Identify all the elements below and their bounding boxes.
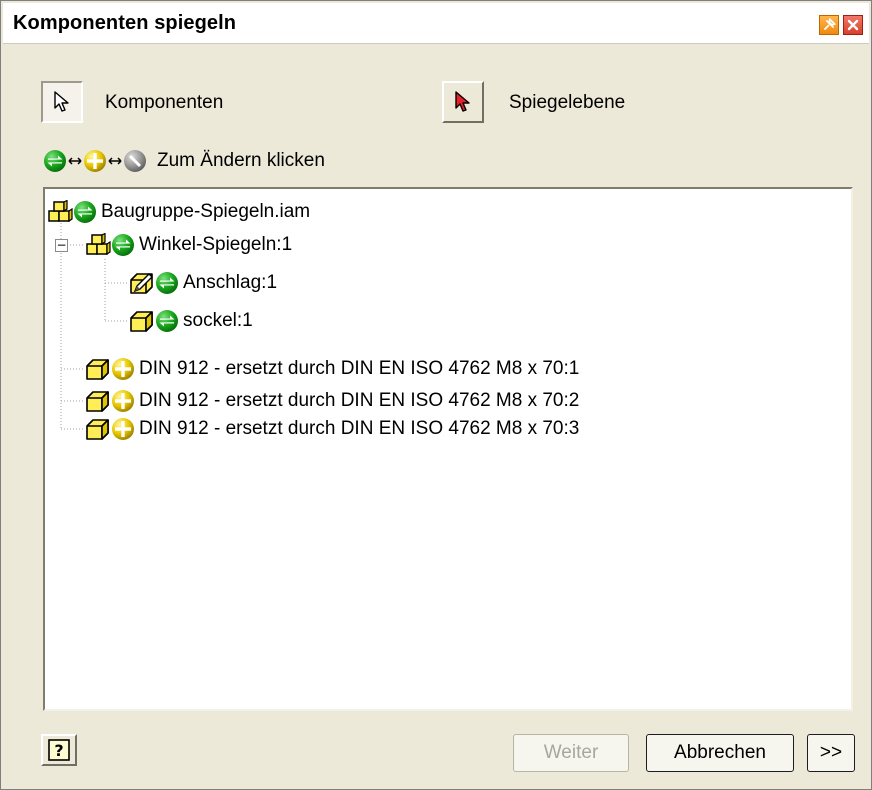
collapse-symbol: − xyxy=(56,238,67,252)
tree-item-label: Baugruppe-Spiegeln.iam xyxy=(101,201,311,222)
reuse-yellow-icon xyxy=(83,149,107,173)
mirror-green-icon[interactable] xyxy=(111,233,135,257)
part-icon xyxy=(85,389,111,413)
part-icon xyxy=(129,309,155,333)
tree-item-label: DIN 912 - ersetzt durch DIN EN ISO 4762 … xyxy=(139,358,580,379)
tree-item-winkel-spiegeln[interactable]: Winkel-Spiegeln:1 xyxy=(85,230,292,260)
help-button[interactable]: ? xyxy=(41,734,77,766)
help-glyph: ? xyxy=(54,741,63,760)
components-select-button[interactable] xyxy=(41,81,83,123)
tree-item-anschlag[interactable]: Anschlag:1 xyxy=(129,268,277,298)
assembly-icon xyxy=(85,233,111,257)
dialog-title: Komponenten spiegeln xyxy=(13,12,237,34)
tree-item-label: DIN 912 - ersetzt durch DIN EN ISO 4762 … xyxy=(139,418,580,439)
close-icon xyxy=(847,19,859,31)
reuse-yellow-icon[interactable] xyxy=(111,389,135,413)
part-icon xyxy=(85,417,111,441)
close-button[interactable] xyxy=(843,15,863,35)
exclude-gray-icon xyxy=(123,149,147,173)
tree-item-label: DIN 912 - ersetzt durch DIN EN ISO 4762 … xyxy=(139,390,580,411)
cancel-button[interactable]: Abbrechen xyxy=(646,734,794,772)
collapse-toggle[interactable]: − xyxy=(55,239,68,252)
assembly-icon xyxy=(47,200,73,224)
title-bar: Komponenten spiegeln xyxy=(3,3,869,44)
more-button[interactable]: >> xyxy=(807,734,855,772)
pin-button[interactable] xyxy=(819,15,839,35)
next-button[interactable]: Weiter xyxy=(513,734,629,772)
mirror-green-icon[interactable] xyxy=(155,309,179,333)
reuse-yellow-icon[interactable] xyxy=(111,417,135,441)
mirror-green-icon[interactable] xyxy=(155,271,179,295)
pencil-part-icon xyxy=(129,271,155,295)
tree-item-din912-1[interactable]: DIN 912 - ersetzt durch DIN EN ISO 4762 … xyxy=(85,354,579,384)
pin-icon xyxy=(824,18,836,30)
red-cursor-arrow-icon xyxy=(455,91,470,112)
components-label: Komponenten xyxy=(105,92,224,113)
help-icon: ? xyxy=(48,739,70,761)
tree-item-sockel[interactable]: sockel:1 xyxy=(129,306,253,336)
double-arrow-icon xyxy=(68,157,82,165)
tree-item-label: Anschlag:1 xyxy=(183,272,278,293)
part-icon xyxy=(85,357,111,381)
double-arrow-icon xyxy=(108,157,122,165)
component-tree[interactable]: Baugruppe-Spiegeln.iam − Winkel-Spiegeln… xyxy=(43,187,853,711)
reuse-yellow-icon[interactable] xyxy=(111,357,135,381)
tree-item-din912-2[interactable]: DIN 912 - ersetzt durch DIN EN ISO 4762 … xyxy=(85,386,579,416)
status-text: Zum Ändern klicken xyxy=(157,150,325,171)
tree-connector-lines xyxy=(60,223,129,430)
mirror-plane-label: Spiegelebene xyxy=(509,92,626,113)
mirror-plane-select-button[interactable] xyxy=(442,81,484,123)
mirror-green-icon[interactable] xyxy=(73,200,97,224)
mirror-green-icon xyxy=(43,149,67,173)
tree-item-root[interactable]: Baugruppe-Spiegeln.iam xyxy=(47,197,310,227)
tree-item-din912-3[interactable]: DIN 912 - ersetzt durch DIN EN ISO 4762 … xyxy=(85,414,579,444)
status-legend[interactable]: Zum Ändern klicken xyxy=(43,149,325,173)
tree-item-label: sockel:1 xyxy=(183,310,253,331)
tree-item-label: Winkel-Spiegeln:1 xyxy=(139,234,293,255)
cursor-arrow-icon xyxy=(54,91,69,112)
mirror-components-dialog: Komponenten spiegeln Komponenten Spiegel… xyxy=(0,0,872,790)
